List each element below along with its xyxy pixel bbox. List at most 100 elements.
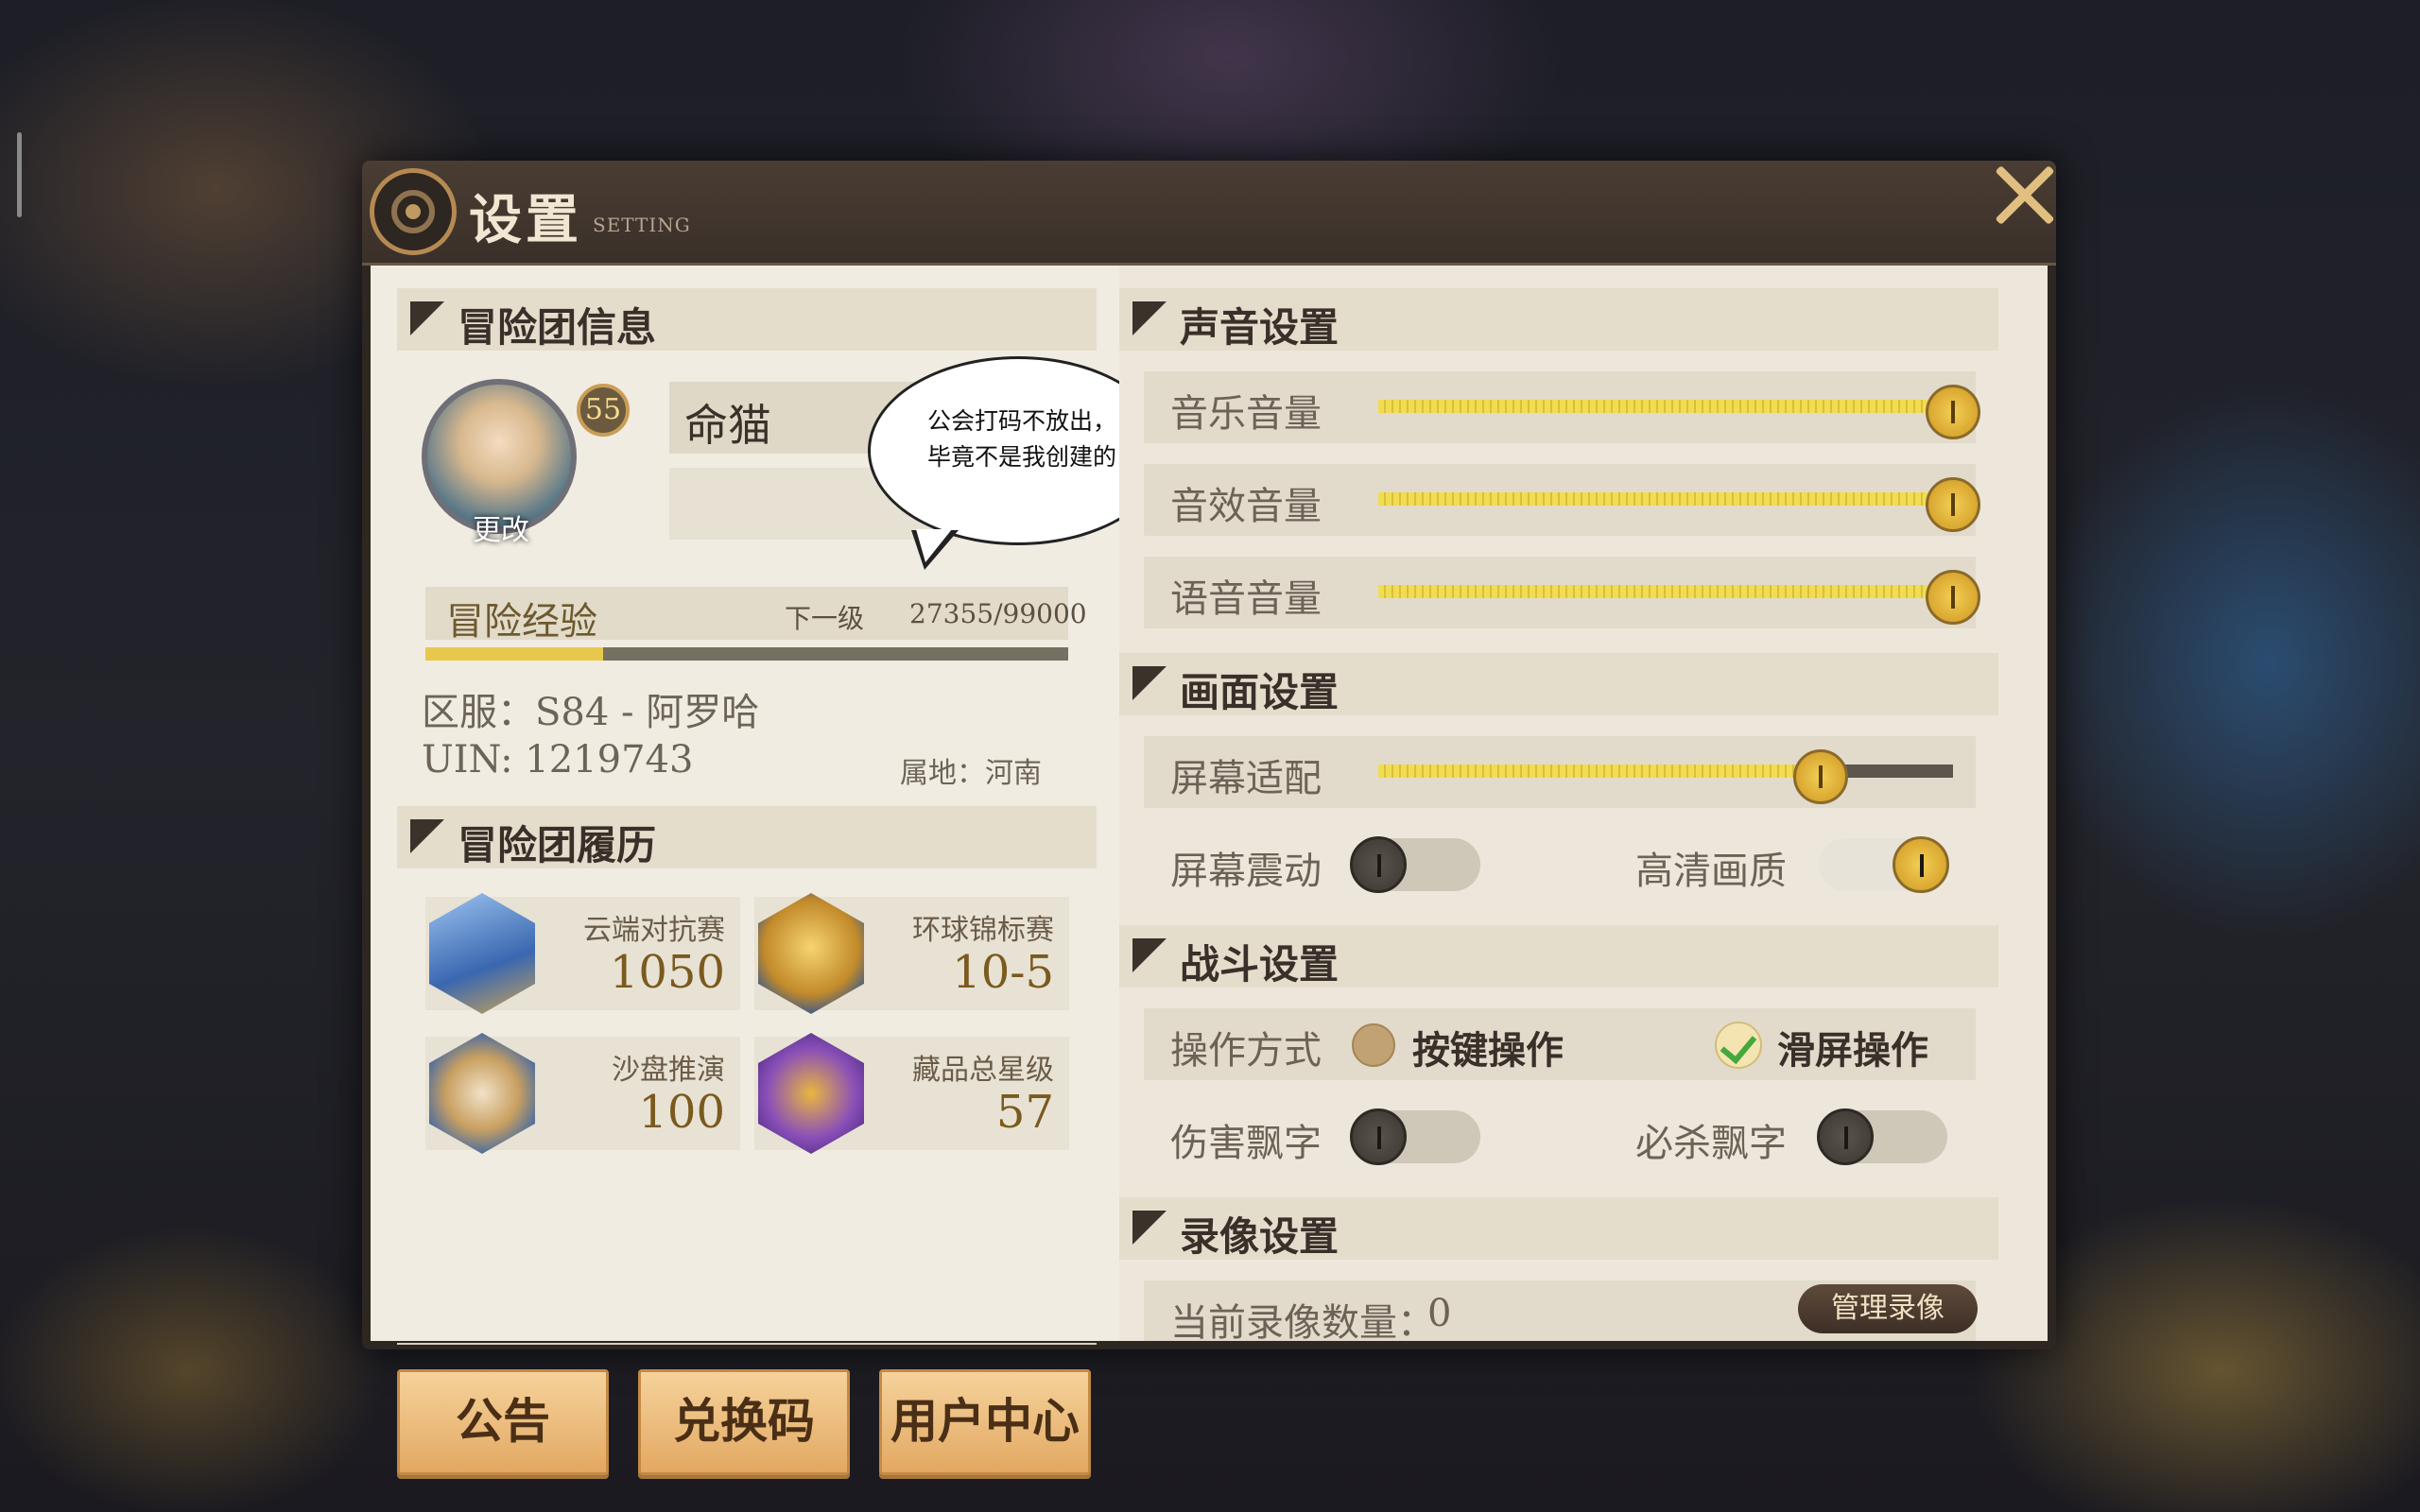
section-header-history: 冒险团履历 xyxy=(397,806,1097,868)
hd-quality-label: 高清画质 xyxy=(1635,850,1787,893)
history-card-collection[interactable]: 藏品总星级 57 xyxy=(754,1033,1069,1154)
voice-volume-label: 语音音量 xyxy=(1170,577,1322,621)
slider-fill xyxy=(1378,492,1953,506)
blue-diamond-medal-icon xyxy=(429,893,535,1014)
damage-text-label: 伤害飘字 xyxy=(1170,1122,1322,1165)
exp-box: 冒险经验 下一级 27355/99000 xyxy=(425,587,1087,644)
exp-progress-fill xyxy=(425,647,603,661)
section-title: 录像设置 xyxy=(1180,1213,1340,1260)
section-title: 冒险团信息 xyxy=(458,304,657,351)
swipe-control-label[interactable]: 滑屏操作 xyxy=(1777,1020,1928,1074)
server-info: 区服：S84 - 阿罗哈 xyxy=(422,691,760,734)
section-header-sound: 声音设置 xyxy=(1119,288,1998,351)
history-card-global[interactable]: 环球锦标赛 10-5 xyxy=(754,893,1069,1014)
history-label: 环球锦标赛 xyxy=(912,914,1054,947)
close-icon[interactable] xyxy=(1981,153,2066,238)
slider-knob[interactable] xyxy=(1793,749,1849,804)
section-marker-icon xyxy=(1132,301,1167,335)
section-marker-icon xyxy=(410,819,444,853)
history-card-cloud[interactable]: 云端对抗赛 1050 xyxy=(425,893,740,1014)
exp-progress-bar xyxy=(425,647,1068,661)
key-control-label[interactable]: 按键操作 xyxy=(1412,1020,1564,1074)
screen-shake-toggle[interactable] xyxy=(1350,836,1480,893)
golden-globe-icon xyxy=(758,893,864,1014)
toggle-knob xyxy=(1817,1108,1874,1165)
music-volume-row: 音乐音量 xyxy=(1144,371,1980,443)
speech-bubble-tail-fill xyxy=(916,529,952,562)
screen-fit-slider[interactable] xyxy=(1378,765,1953,778)
music-volume-label: 音乐音量 xyxy=(1170,392,1322,436)
section-title: 声音设置 xyxy=(1180,304,1340,351)
kill-text-toggle[interactable] xyxy=(1817,1108,1947,1165)
side-scroll-indicator xyxy=(17,132,22,217)
history-card-sandbox[interactable]: 沙盘推演 100 xyxy=(425,1033,740,1154)
key-control-radio[interactable] xyxy=(1352,1023,1395,1067)
control-mode-label: 操作方式 xyxy=(1170,1029,1322,1073)
profile-column: 冒险团信息 更改 55 命猫 公会打码不放出， 毕竟不是我创建的 冒险经验 下一… xyxy=(371,266,1168,1475)
toggle-knob xyxy=(1350,1108,1407,1165)
section-header-battle: 战斗设置 xyxy=(1119,925,1998,988)
trophy-statue-icon xyxy=(758,1033,864,1154)
slider-knob[interactable] xyxy=(1926,385,1980,439)
hd-quality-toggle[interactable] xyxy=(1819,836,1949,893)
manage-recordings-button[interactable]: 管理录像 xyxy=(1798,1284,1978,1333)
page-subtitle: SETTING xyxy=(593,214,691,236)
section-title: 冒险团履历 xyxy=(458,822,657,868)
history-value: 57 xyxy=(995,1086,1054,1139)
screen-fit-row: 屏幕适配 xyxy=(1144,736,1976,808)
sfx-volume-label: 音效音量 xyxy=(1170,485,1322,528)
exp-next-label: 下一级 xyxy=(785,603,865,634)
settings-column: 声音设置 音乐音量 音效音量 语音音量 画面设置 屏幕适配 屏幕震动 高清画质 … xyxy=(1119,266,2048,1341)
gear-icon xyxy=(370,168,457,255)
redeem-code-button[interactable]: 兑换码 xyxy=(638,1369,850,1475)
slider-knob[interactable] xyxy=(1926,477,1980,532)
music-volume-slider[interactable] xyxy=(1378,400,1953,413)
toggle-knob xyxy=(1350,836,1407,893)
section-marker-icon xyxy=(1132,1211,1167,1245)
screen-fit-label: 屏幕适配 xyxy=(1170,757,1322,800)
swipe-control-check-icon[interactable] xyxy=(1715,1022,1762,1069)
history-label: 藏品总星级 xyxy=(912,1054,1054,1087)
airship-icon xyxy=(429,1033,535,1154)
divider xyxy=(397,1343,1097,1345)
player-name: 命猫 xyxy=(684,400,771,451)
section-marker-icon xyxy=(1132,666,1167,700)
toggle-knob xyxy=(1893,836,1949,893)
screen-shake-label: 屏幕震动 xyxy=(1170,850,1322,893)
slider-fill xyxy=(1378,765,1822,778)
bubble-line-2: 毕竟不是我创建的 xyxy=(926,443,1116,471)
voice-volume-slider[interactable] xyxy=(1378,585,1953,598)
history-value: 1050 xyxy=(609,946,725,999)
exp-value: 27355/99000 xyxy=(909,598,1087,629)
avatar-change-label[interactable]: 更改 xyxy=(473,507,529,548)
section-header-display: 画面设置 xyxy=(1119,653,1998,715)
damage-text-toggle[interactable] xyxy=(1350,1108,1480,1165)
history-value: 10-5 xyxy=(952,946,1054,999)
level-badge: 55 xyxy=(577,384,630,437)
section-title: 战斗设置 xyxy=(1180,941,1340,988)
notice-button[interactable]: 公告 xyxy=(397,1369,609,1475)
slider-fill xyxy=(1378,585,1953,598)
history-value: 100 xyxy=(638,1086,725,1139)
voice-volume-row: 语音音量 xyxy=(1144,557,1980,628)
recording-count-label: 当前录像数量： xyxy=(1170,1301,1435,1341)
history-label: 云端对抗赛 xyxy=(583,914,725,947)
kill-text-label: 必杀飘字 xyxy=(1635,1122,1787,1165)
history-label: 沙盘推演 xyxy=(612,1054,725,1087)
control-mode-row: 操作方式 按键操作 滑屏操作 xyxy=(1144,1008,1976,1080)
title-bar: 设置 SETTING xyxy=(362,161,2056,266)
section-header-recording: 录像设置 xyxy=(1119,1197,1998,1260)
sfx-volume-slider[interactable] xyxy=(1378,492,1953,506)
settings-panel: 设置 SETTING 冒险团信息 更改 55 命猫 公会打码不放出， 毕竟不是我… xyxy=(362,161,2056,1475)
display-toggle-row: 屏幕震动 高清画质 xyxy=(1144,829,1976,901)
section-marker-icon xyxy=(1132,938,1167,972)
region-info: 属地：河南 xyxy=(900,757,1042,790)
recording-count-value: 0 xyxy=(1427,1292,1452,1335)
slider-fill xyxy=(1378,400,1953,413)
bubble-line-1: 公会打码不放出， xyxy=(926,407,1116,435)
user-center-button[interactable]: 用户中心 xyxy=(879,1369,1091,1475)
section-header-profile: 冒险团信息 xyxy=(397,288,1097,351)
exp-label: 冒险经验 xyxy=(446,600,597,644)
float-text-row: 伤害飘字 必杀飘字 xyxy=(1144,1101,1976,1173)
slider-knob[interactable] xyxy=(1926,570,1980,625)
